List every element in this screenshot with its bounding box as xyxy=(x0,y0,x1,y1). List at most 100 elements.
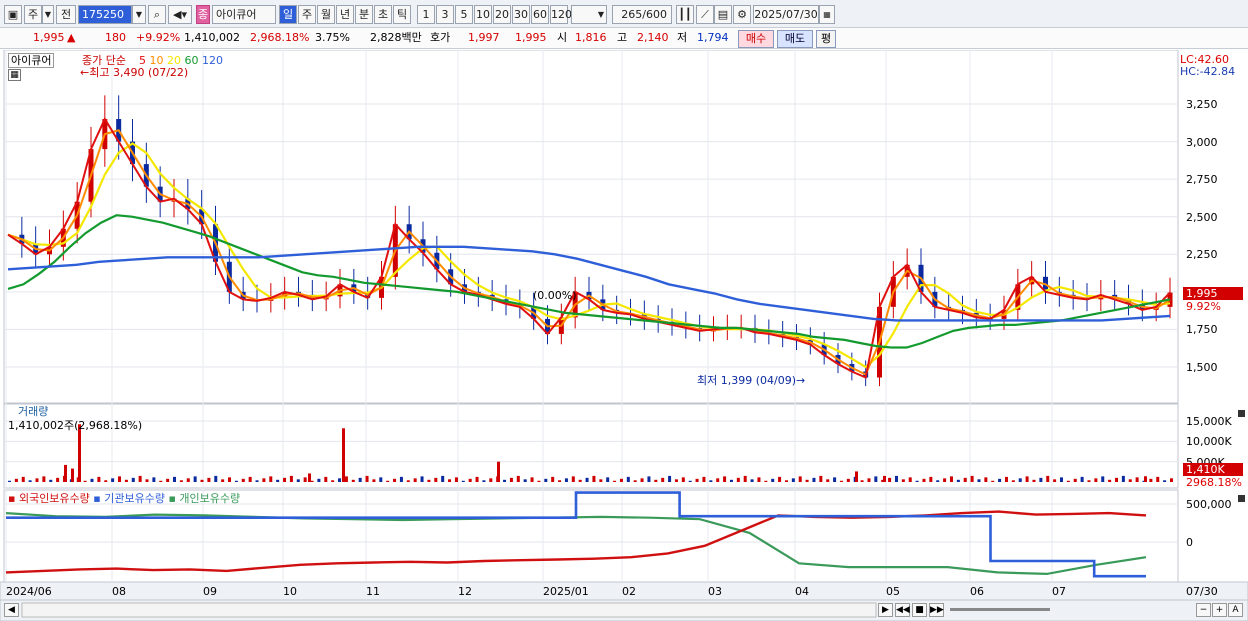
volume-bar xyxy=(778,476,782,482)
volume-bar xyxy=(530,477,534,482)
period-tab-2[interactable]: 월 xyxy=(317,5,335,24)
nav-button-0[interactable]: ▶ xyxy=(878,603,893,617)
eval-button[interactable]: 평 xyxy=(816,30,836,48)
volume-bar xyxy=(503,479,507,482)
volume-bar xyxy=(564,478,568,482)
sell-button[interactable]: 매도 xyxy=(777,30,813,48)
volume-bar xyxy=(83,480,87,482)
candle-icon[interactable]: ┃┃ xyxy=(676,5,694,24)
interval-button-7[interactable]: 120 xyxy=(550,5,572,24)
volume-bar xyxy=(1114,477,1118,482)
save-icon[interactable]: ▤ xyxy=(714,5,732,24)
price-tick: 2,500 xyxy=(1186,210,1218,224)
price-tick: 1,750 xyxy=(1186,323,1218,337)
volume-spike xyxy=(342,428,345,482)
calendar-dropdown-icon[interactable]: ▦ xyxy=(819,5,835,24)
volume-bar xyxy=(606,477,610,482)
volume-bar xyxy=(1039,477,1043,482)
volume-bar xyxy=(413,478,417,482)
x-end-label: 07/30 xyxy=(1186,585,1218,598)
volume-bar xyxy=(894,475,898,482)
interval-button-3[interactable]: 10 xyxy=(474,5,492,24)
nav-button-2[interactable]: ■ xyxy=(912,603,927,617)
volume-tick: 10,000K xyxy=(1186,435,1232,449)
volume-bar xyxy=(901,479,905,482)
code-dropdown-icon[interactable]: ▼ xyxy=(132,5,146,24)
chevron-down-icon[interactable]: ▼ xyxy=(42,5,54,24)
zoom-button-1[interactable]: + xyxy=(1212,603,1227,617)
grid-icon[interactable]: ▦ xyxy=(8,69,21,81)
volume-spike xyxy=(883,475,886,482)
volume-bar xyxy=(805,479,809,482)
interval-button-1[interactable]: 3 xyxy=(436,5,454,24)
volume-bar xyxy=(943,478,947,482)
volume-bar xyxy=(255,480,259,482)
window-icon[interactable]: ▣ xyxy=(4,5,22,24)
volume-bar xyxy=(647,476,651,482)
date-field[interactable]: 2025/07/30 xyxy=(753,5,819,24)
volume-bar xyxy=(764,480,768,482)
stock-tag: 아이큐어 xyxy=(8,53,55,68)
volume-bar xyxy=(558,480,562,482)
x-label: 02 xyxy=(622,585,636,598)
volume-bar xyxy=(839,480,843,482)
stock-chart[interactable] xyxy=(0,50,1248,621)
period-tab-0[interactable]: 일 xyxy=(279,5,297,24)
volume-bar xyxy=(234,480,238,482)
period-tab-6[interactable]: 틱 xyxy=(393,5,411,24)
prev-button[interactable]: 전 xyxy=(56,5,76,24)
price-tick: 1,500 xyxy=(1186,361,1218,374)
change-pct: +9.92% xyxy=(136,31,181,44)
zoom-button-0[interactable]: − xyxy=(1196,603,1211,617)
search-icon[interactable]: ⌕ xyxy=(148,5,166,24)
volume-bar xyxy=(454,477,458,482)
volume-bar xyxy=(179,480,183,482)
interval-button-5[interactable]: 30 xyxy=(512,5,530,24)
hc-label: HC:-42.84 xyxy=(1180,65,1236,78)
volume-title: 거래량 xyxy=(18,405,49,418)
scroll-left-button[interactable]: ◀ xyxy=(4,603,19,617)
interval-button-6[interactable]: 60 xyxy=(531,5,549,24)
buy-button[interactable]: 매수 xyxy=(738,30,774,48)
period-tab-4[interactable]: 분 xyxy=(355,5,373,24)
volume-current: 1,410,002주(2,968.18%) xyxy=(8,419,143,432)
period-tab-1[interactable]: 주 xyxy=(298,5,316,24)
code-input[interactable]: 175250 xyxy=(78,5,132,24)
interval-select[interactable]: ▼ xyxy=(571,5,607,24)
volume-bar xyxy=(35,478,39,482)
period-tab-3[interactable]: 년 xyxy=(336,5,354,24)
volume-bar xyxy=(551,476,555,482)
volume-bar xyxy=(736,477,740,482)
interval-button-0[interactable]: 1 xyxy=(417,5,435,24)
volume-bar xyxy=(537,480,541,482)
interval-button-4[interactable]: 20 xyxy=(493,5,511,24)
volume-bar xyxy=(592,475,596,482)
volume-bar xyxy=(681,477,685,482)
volume-bar xyxy=(358,477,362,482)
stock-name-field[interactable]: 아이큐어 xyxy=(212,5,276,24)
market-select[interactable]: 주 xyxy=(24,5,42,24)
volume-bar xyxy=(42,476,46,482)
line-tool-icon[interactable]: ⟋ xyxy=(696,5,714,24)
volume-bar xyxy=(599,479,603,482)
volume-bar xyxy=(833,477,837,482)
period-tab-5[interactable]: 초 xyxy=(374,5,392,24)
volume-bar xyxy=(441,475,445,482)
interval-button-2[interactable]: 5 xyxy=(455,5,473,24)
sound-icon[interactable]: ◀▾ xyxy=(168,5,192,24)
volume-bar xyxy=(461,480,465,482)
volume-bar xyxy=(633,480,637,482)
volume-bar xyxy=(784,480,788,482)
count-max: /600 xyxy=(642,8,667,21)
zoom-button-2[interactable]: A xyxy=(1228,603,1243,617)
count-field[interactable]: 265/600 xyxy=(612,5,672,24)
current-price-tag: 1,995 xyxy=(1183,287,1243,300)
gear-icon[interactable]: ⚙ xyxy=(733,5,751,24)
high-label: 고 xyxy=(617,31,628,44)
nav-button-1[interactable]: ◀◀ xyxy=(895,603,910,617)
volume-bar xyxy=(750,479,754,482)
volume-bar xyxy=(90,478,94,482)
nav-button-3[interactable]: ▶▶ xyxy=(929,603,944,617)
volume-bar xyxy=(888,477,892,482)
volume-bar xyxy=(613,480,617,482)
